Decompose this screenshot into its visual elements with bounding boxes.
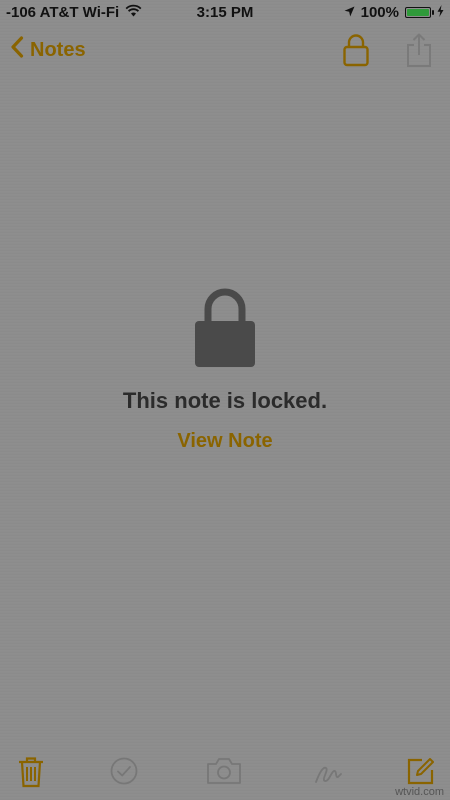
view-note-button[interactable]: View Note xyxy=(177,430,272,453)
nav-bar: Notes xyxy=(0,30,450,74)
back-button[interactable]: Notes xyxy=(10,36,86,64)
back-label: Notes xyxy=(30,38,86,61)
share-icon[interactable] xyxy=(404,32,434,73)
chevron-left-icon xyxy=(10,36,24,64)
battery-icon xyxy=(405,7,434,18)
battery-percent: 100% xyxy=(360,4,399,21)
checklist-icon[interactable] xyxy=(109,756,139,791)
locked-message: This note is locked. xyxy=(122,388,328,413)
bottom-toolbar: wtvid.com xyxy=(0,744,450,800)
location-arrow-icon xyxy=(344,4,355,21)
trash-icon[interactable] xyxy=(17,756,45,793)
locked-content: This note is locked. View Note xyxy=(0,285,450,453)
charging-bolt-icon xyxy=(437,4,444,21)
sketch-icon[interactable] xyxy=(313,756,343,791)
watermark: wtvid.com xyxy=(395,786,444,798)
notes-screen: -106 AT&T Wi-Fi 3:15 PM 100% Notes This … xyxy=(0,0,450,800)
status-bar: -106 AT&T Wi-Fi 3:15 PM 100% xyxy=(0,0,450,26)
large-lock-icon xyxy=(193,285,257,374)
status-right: 100% xyxy=(344,4,444,21)
camera-icon[interactable] xyxy=(206,756,242,791)
battery-fill xyxy=(407,9,429,16)
lock-icon[interactable] xyxy=(342,32,370,73)
